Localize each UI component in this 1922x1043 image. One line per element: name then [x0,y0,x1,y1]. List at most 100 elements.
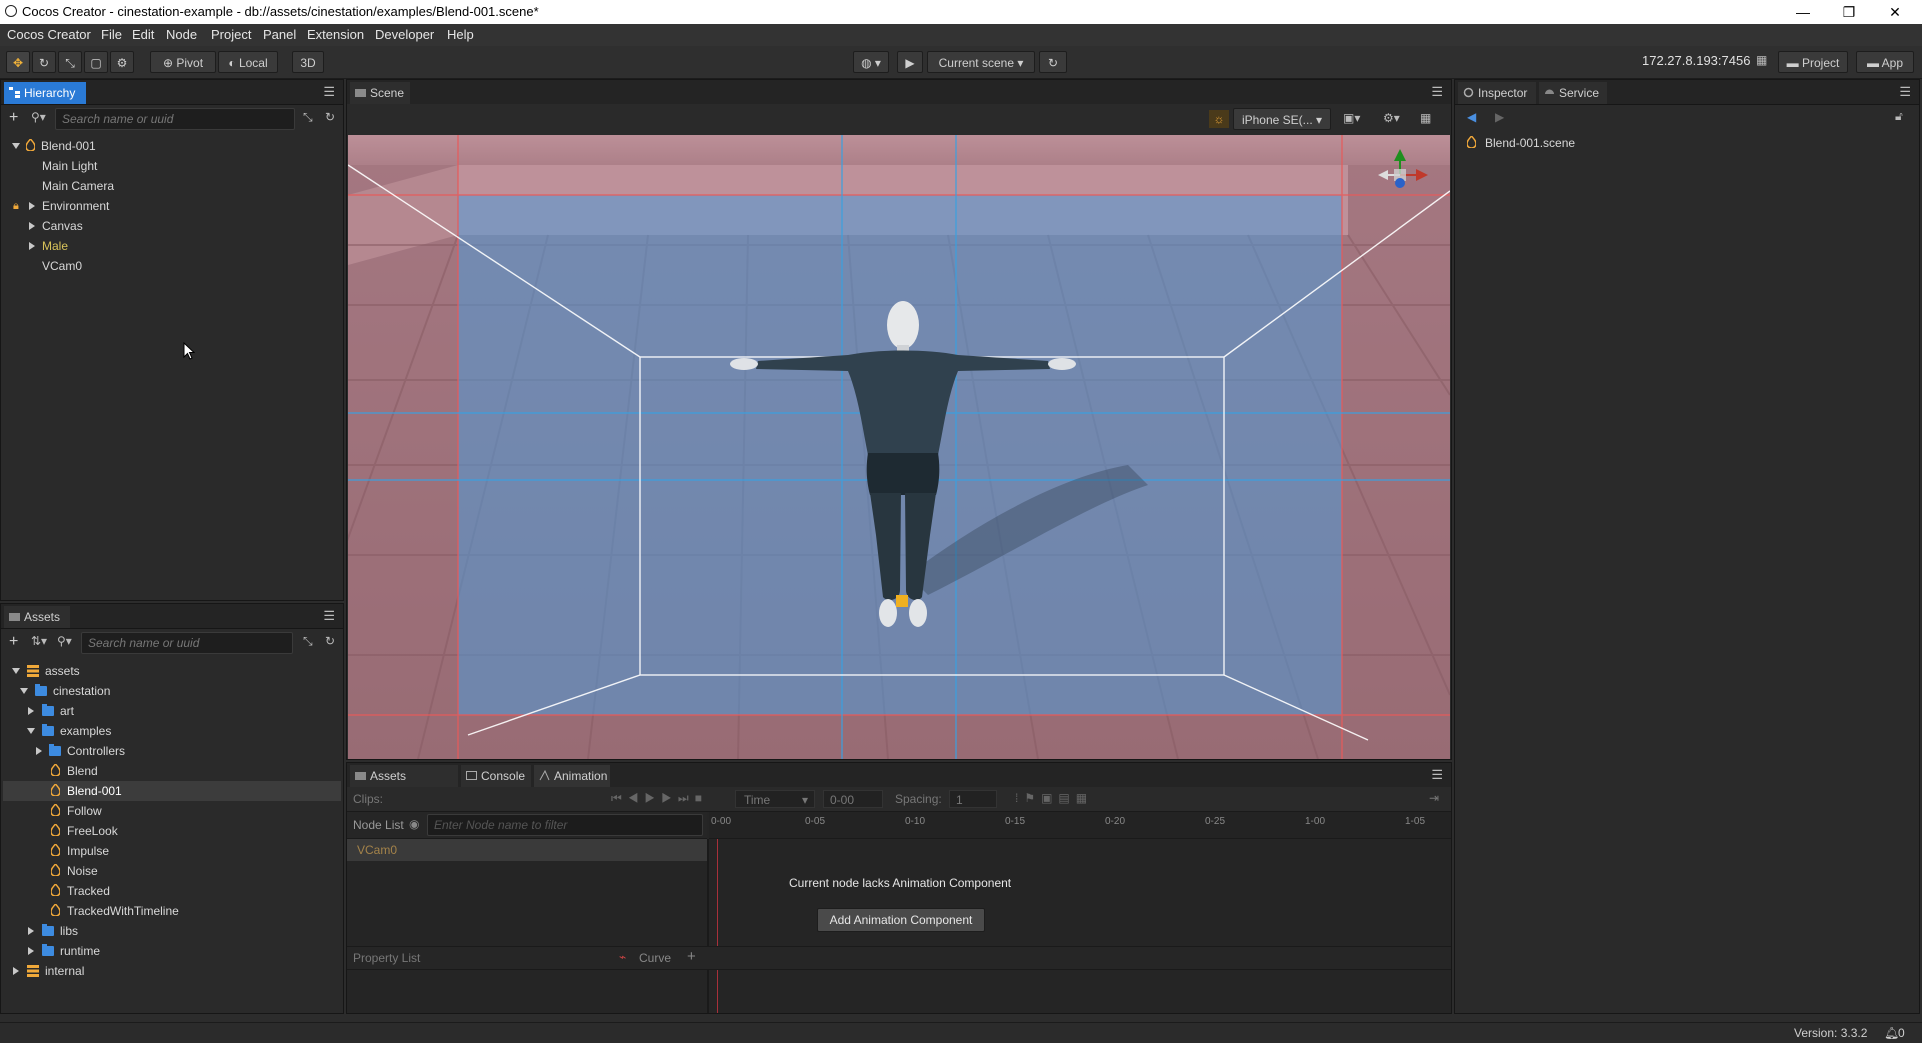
lock-icon[interactable]: 🔒︎ [13,196,19,216]
time-input[interactable]: 0-00 [823,790,883,808]
timeline-ruler[interactable]: 0-00 0-05 0-10 0-15 0-20 0-25 1-00 1-05 [709,812,1451,839]
assets-search-input[interactable]: Search name or uuid [81,632,293,654]
add-animation-component-button[interactable]: Add Animation Component [817,908,985,932]
asset-controllers[interactable]: Controllers [1,741,341,761]
asset-noise[interactable]: Noise [1,861,341,881]
restore-icon[interactable]: ❐ [1826,0,1872,24]
tab-hierarchy[interactable]: Hierarchy [4,82,86,104]
menu-extension[interactable]: Extension [307,27,364,42]
expand-arrow-icon[interactable] [29,202,35,210]
curve-icon[interactable]: ⌁ [619,950,626,964]
menu-edit[interactable]: Edit [132,27,154,42]
scene-select[interactable]: Current scene ▾ [927,51,1035,73]
tab-console[interactable]: Console [461,765,531,787]
back-arrow-icon[interactable]: ◀ [1467,110,1476,124]
tree-node-main-camera[interactable]: Main Camera [1,176,341,196]
tree-node-male[interactable]: Male [1,236,341,256]
camera-options-icon[interactable]: ▣▾ [1343,111,1360,125]
scene-settings-icon[interactable]: ⚙▾ [1383,111,1400,125]
assets-collapse-icon[interactable]: ⤡ [303,634,313,649]
add-property-icon[interactable]: + [687,948,696,965]
expand-arrow-icon[interactable] [28,707,34,715]
asset-impulse[interactable]: Impulse [1,841,341,861]
menu-cocos-creator[interactable]: Cocos Creator [7,27,91,42]
tab-animation[interactable]: Animation [534,765,610,787]
add-node-icon[interactable]: + [9,109,18,127]
add-asset-icon[interactable]: + [9,633,18,651]
rect-tool-icon[interactable]: ▢ [84,51,108,73]
notification-count[interactable]: 0 [1898,1026,1905,1040]
light-icon[interactable]: ☼ [1209,110,1229,128]
hierarchy-menu-icon[interactable]: ☰ [323,84,335,100]
curve-label[interactable]: Curve [639,951,671,965]
app-button[interactable]: ▬ App [1856,51,1914,73]
collapse-all-icon[interactable]: ⤡ [303,110,313,125]
asset-examples[interactable]: examples [1,721,341,741]
asset-internal[interactable]: internal [1,961,341,981]
scene-viewport[interactable] [348,135,1450,759]
local-button[interactable]: ◐ Local [218,51,278,73]
minimize-icon[interactable]: — [1780,0,1826,24]
asset-cinestation[interactable]: cinestation [1,681,341,701]
menu-developer[interactable]: Developer [375,27,434,42]
rotate-tool-icon[interactable]: ↻ [32,51,56,73]
search-type-icon[interactable]: ⚲▾ [31,110,46,124]
exit-edit-icon[interactable]: ⇥ [1429,791,1439,805]
transform-tool-icon[interactable]: ⚙ [110,51,134,73]
menu-node[interactable]: Node [166,27,197,42]
splitter[interactable] [707,839,709,1013]
3d-toggle[interactable]: 3D [292,51,324,73]
menu-project[interactable]: Project [211,27,251,42]
asset-libs[interactable]: libs [1,921,341,941]
node-row-vcam0[interactable]: VCam0 [347,839,707,861]
keyframe-tools-icon[interactable]: ⁞⚑▣▤▦ [1015,791,1093,805]
refresh-icon[interactable]: ↻ [1039,51,1067,73]
menu-file[interactable]: File [101,27,122,42]
tree-node-main-light[interactable]: Main Light [1,156,341,176]
device-select[interactable]: iPhone SE(... ▾ [1233,108,1331,130]
close-icon[interactable]: ✕ [1872,0,1918,24]
playback-controls-icon[interactable]: ⏮◀▶▶⏭■ [611,791,708,806]
time-mode-select[interactable]: Time ▾ [735,790,815,808]
scene-menu-icon[interactable]: ☰ [1431,84,1443,100]
hierarchy-refresh-icon[interactable]: ↻ [325,110,335,124]
expand-arrow-icon[interactable] [29,242,35,250]
tree-node-blend-001[interactable]: Blend-001 [1,136,341,156]
expand-arrow-icon[interactable] [13,967,19,975]
tab-scene[interactable]: Scene [350,82,410,104]
tree-node-vcam0[interactable]: VCam0 [1,256,341,276]
asset-tracked[interactable]: Tracked [1,881,341,901]
hierarchy-search-input[interactable]: Search name or uuid [55,108,295,130]
expand-arrow-icon[interactable] [20,688,28,694]
play-button[interactable]: ▶ [897,51,923,73]
node-filter-input[interactable]: Enter Node name to filter [427,814,703,836]
sort-icon[interactable]: ⇅▾ [31,634,47,648]
asset-search-type-icon[interactable]: ⚲▾ [57,634,72,648]
expand-arrow-icon[interactable] [28,947,34,955]
tab-service[interactable]: Service [1539,82,1607,104]
tree-node-canvas[interactable]: Canvas [1,216,341,236]
assets-menu-icon[interactable]: ☰ [323,608,335,624]
menu-help[interactable]: Help [447,27,474,42]
expand-arrow-icon[interactable] [28,927,34,935]
project-button[interactable]: ▬ Project [1778,51,1848,73]
unlock-icon[interactable]: 🔓︎ [1895,109,1903,124]
tab-assets[interactable]: Assets [4,606,70,628]
asset-trackedwithtimeline[interactable]: TrackedWithTimeline [1,901,341,921]
expand-arrow-icon[interactable] [12,668,20,674]
tree-node-environment[interactable]: 🔒︎ Environment [1,196,341,216]
scale-tool-icon[interactable]: ⤡ [58,51,82,73]
expand-arrow-icon[interactable] [29,222,35,230]
expand-arrow-icon[interactable] [12,143,20,149]
platform-select[interactable]: ◍ ▾ [853,51,889,73]
qr-code-icon[interactable]: ▦ [1756,53,1767,67]
animation-menu-icon[interactable]: ☰ [1431,767,1443,783]
tab-assets-preview[interactable]: Assets Preview [350,765,458,805]
bell-icon[interactable]: 🔔︎ [1884,1026,1899,1040]
asset-follow[interactable]: Follow [1,801,341,821]
expand-arrow-icon[interactable] [36,747,42,755]
time-cursor[interactable] [717,839,718,1013]
asset-blend-001-selected[interactable]: Blend-001 [3,781,341,801]
asset-blend[interactable]: Blend [1,761,341,781]
move-tool-icon[interactable]: ✥ [6,51,30,73]
